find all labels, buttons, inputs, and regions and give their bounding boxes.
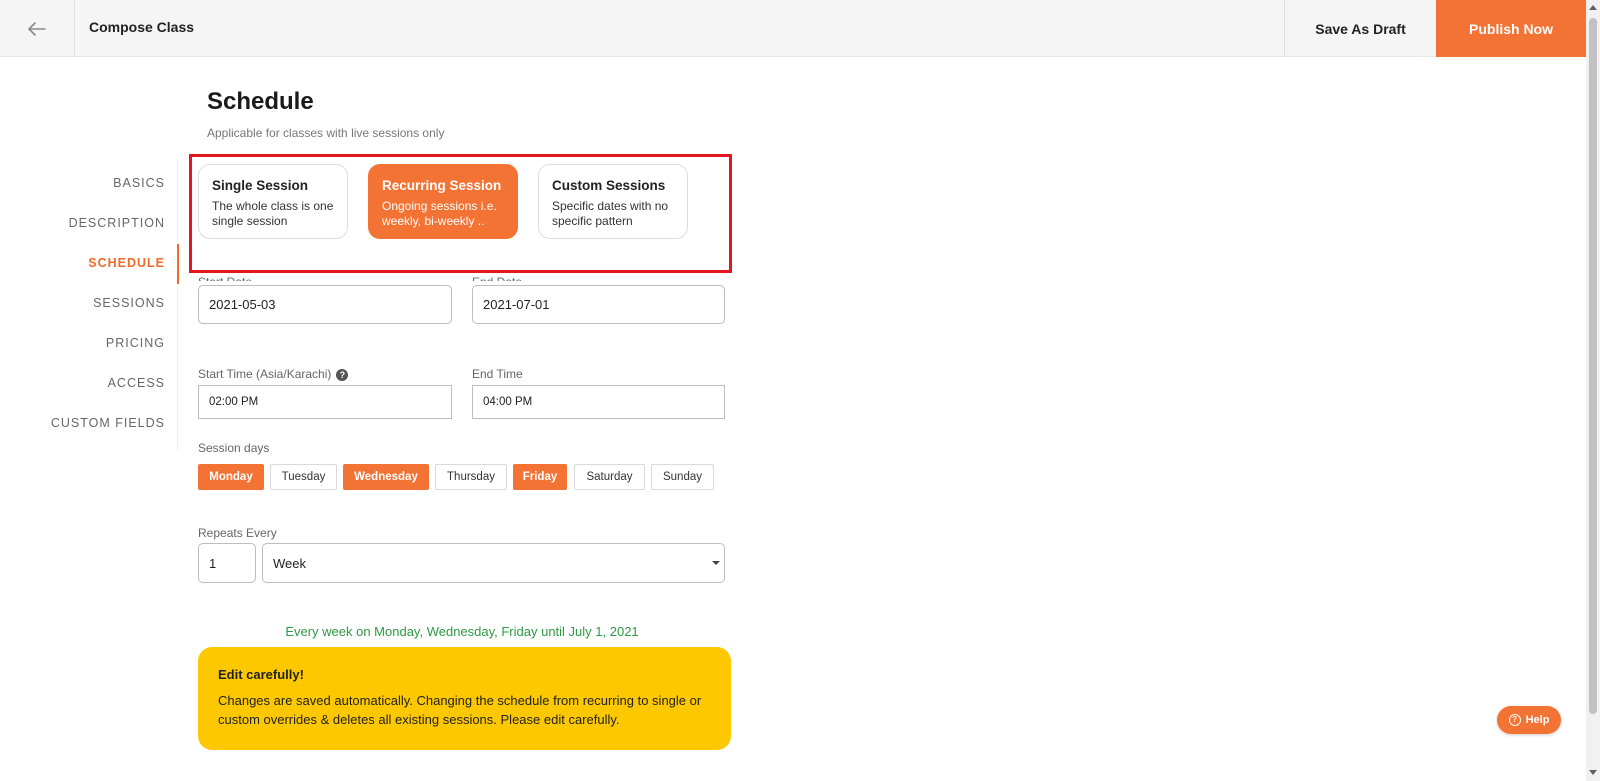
end-date-label: End Date: [472, 274, 522, 281]
save-draft-button[interactable]: Save As Draft: [1284, 0, 1436, 57]
day-sunday-toggle[interactable]: Sunday: [651, 464, 714, 490]
nav-item-description[interactable]: DESCRIPTION: [69, 216, 165, 230]
question-circle-icon: ?: [1508, 714, 1521, 726]
session-days-label: Session days: [198, 441, 270, 455]
help-button[interactable]: ? Help: [1497, 706, 1561, 734]
back-button[interactable]: [0, 0, 75, 57]
nav-item-schedule[interactable]: SCHEDULE: [88, 256, 165, 270]
repeats-every-label: Repeats Every: [198, 526, 277, 540]
day-saturday-toggle[interactable]: Saturday: [574, 464, 645, 490]
warning-body: Changes are saved automatically. Changin…: [218, 693, 702, 727]
question-circle-icon[interactable]: ?: [336, 368, 349, 381]
day-wednesday-toggle[interactable]: Wednesday: [343, 464, 429, 490]
scroll-up-arrow-icon[interactable]: [1589, 5, 1597, 10]
nav-item-sessions[interactable]: SESSIONS: [93, 296, 165, 310]
start-date-input[interactable]: 2021-05-03: [198, 285, 452, 324]
page-title: Compose Class: [89, 19, 195, 35]
edit-warning-box: Edit carefully! Changes are saved automa…: [198, 647, 731, 750]
day-friday-toggle[interactable]: Friday: [513, 464, 567, 490]
section-subtitle: Applicable for classes with live session…: [207, 126, 445, 140]
day-monday-toggle[interactable]: Monday: [198, 464, 264, 490]
end-date-input[interactable]: 2021-07-01: [472, 285, 725, 324]
start-time-label-text: Start Time (Asia/Karachi): [198, 367, 332, 381]
nav-item-pricing[interactable]: PRICING: [106, 336, 165, 350]
publish-button[interactable]: Publish Now: [1436, 0, 1586, 57]
chevron-down-icon: [712, 561, 720, 565]
section-title: Schedule: [207, 88, 314, 115]
scroll-down-arrow-icon[interactable]: [1589, 770, 1597, 775]
arrow-left-icon: [28, 21, 46, 36]
nav-item-custom-fields[interactable]: CUSTOM FIELDS: [51, 416, 165, 430]
start-time-label: Start Time (Asia/Karachi)?: [198, 367, 349, 381]
day-tuesday-toggle[interactable]: Tuesday: [270, 464, 337, 490]
top-bar: Compose Class Save As Draft Publish Now: [0, 0, 1586, 57]
schedule-summary: Every week on Monday, Wednesday, Friday …: [285, 624, 639, 639]
sidenav-divider: [177, 160, 178, 450]
start-date-label: Start Date: [198, 274, 252, 281]
help-label: Help: [1525, 714, 1550, 726]
end-time-input[interactable]: 04:00 PM: [472, 385, 725, 419]
scrollbar[interactable]: [1586, 0, 1600, 781]
repeat-count-input[interactable]: 1: [198, 543, 256, 583]
end-time-label: End Time: [472, 367, 523, 381]
nav-item-basics[interactable]: BASICS: [113, 176, 165, 190]
sidenav-active-indicator: [177, 244, 179, 284]
nav-item-access[interactable]: ACCESS: [108, 376, 165, 390]
scroll-thumb[interactable]: [1589, 18, 1597, 714]
day-thursday-toggle[interactable]: Thursday: [435, 464, 507, 490]
session-type-highlight: [189, 154, 732, 273]
start-time-input[interactable]: 02:00 PM: [198, 385, 452, 419]
warning-title: Edit carefully!: [218, 667, 304, 682]
repeat-unit-select[interactable]: Week: [262, 543, 725, 583]
